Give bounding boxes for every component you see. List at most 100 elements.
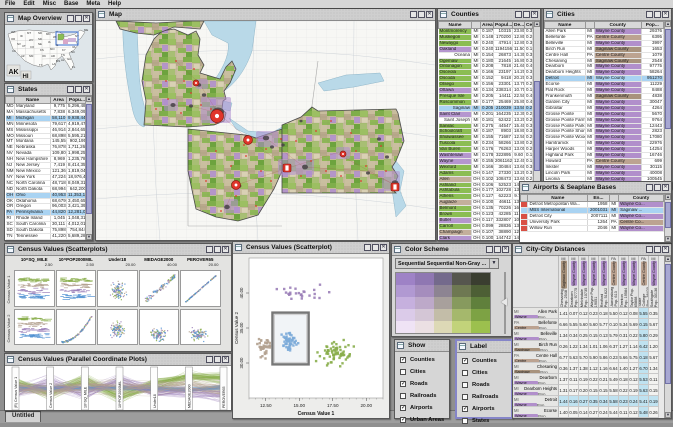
table-row[interactable]: SanilacMI0.2754454715.400.3 — [439, 123, 533, 129]
distance-cell[interactable]: 0.12 — [629, 407, 639, 418]
close-icon[interactable]: ✕ — [222, 356, 229, 363]
distance-cell[interactable]: 1.12 — [589, 363, 599, 374]
color-swatch[interactable] — [471, 321, 490, 333]
scatter-point[interactable] — [288, 294, 290, 296]
scatter-point[interactable] — [313, 289, 315, 291]
distance-cell[interactable]: 0.20 — [579, 385, 589, 396]
distance-cell[interactable]: 5.48 — [639, 407, 649, 418]
distance-cell[interactable]: 0.18 — [639, 352, 649, 363]
window-color-scheme[interactable]: Color Scheme ✕ Sequential Sequential Non… — [391, 243, 512, 337]
color-swatch[interactable] — [396, 273, 415, 285]
scroll-up-icon[interactable]: ▲ — [665, 21, 671, 27]
scatter-point[interactable] — [339, 346, 341, 348]
distance-cell[interactable]: 1.40 — [619, 363, 629, 374]
distance-cell[interactable]: 5.66 — [619, 352, 629, 363]
color-swatch[interactable] — [452, 273, 471, 285]
table-row[interactable]: MuskegonMI0.14817020012.800.2 — [439, 34, 533, 40]
distance-cell[interactable]: 5.58 — [609, 396, 619, 407]
distance-cell[interactable]: 0.19 — [649, 396, 659, 407]
scatter-point[interactable] — [259, 342, 261, 344]
table-row[interactable]: TuscolaMI0.2345826613.800.2 — [439, 141, 533, 147]
table-row[interactable]: RoscommonMI0.1772546925.800.4 — [439, 99, 533, 105]
distance-cell[interactable]: 0.29 — [649, 330, 659, 341]
color-swatch[interactable] — [396, 285, 415, 297]
scatter-point[interactable] — [349, 353, 351, 355]
matrix-column-header[interactable]: PACentre CountyState College Pop. 38420 — [639, 256, 649, 308]
color-scheme-dropdown[interactable]: Sequential Sequential Non-Gray ... ▼ — [395, 258, 499, 269]
table-row[interactable]: NewaygoMI0.2404791412.800.3 — [439, 40, 533, 46]
matrix-column-header[interactable]: MIWayne CountyWayne Pop. 19051 — [589, 256, 599, 308]
scatter-point[interactable] — [265, 352, 267, 354]
column-header[interactable]: Area — [51, 97, 67, 104]
scroll-thumb[interactable] — [665, 202, 671, 228]
color-swatch[interactable] — [434, 309, 453, 321]
detach-icon[interactable] — [646, 246, 653, 253]
parallel-coords-canvas[interactable]: (R) Census Value 1Census Value 210^SQ_MI… — [5, 366, 231, 410]
distance-cell[interactable]: 6.42 — [639, 341, 649, 352]
window-map-overview[interactable]: Map Overview ✕ WAORCANVIDMTWYUTCOAZNMNDS… — [4, 12, 93, 82]
distance-cell[interactable]: 5.63 — [639, 385, 649, 396]
scatter-point[interactable] — [347, 344, 349, 346]
matrix-column-header[interactable]: MIWayne CountyMelvindale Pop. 10735 — [579, 256, 589, 308]
parallel-coords-plot[interactable]: (R) Census Value 1Census Value 210^SQ_MI… — [5, 366, 231, 410]
distance-cell[interactable]: 1.44 — [559, 396, 569, 407]
scatter-point[interactable] — [285, 291, 287, 293]
color-swatch[interactable] — [452, 297, 471, 309]
distance-cell[interactable]: 1.20 — [649, 341, 659, 352]
distance-cell[interactable]: 0.25 — [579, 330, 589, 341]
column-header[interactable]: County — [619, 195, 664, 202]
show-row-urban-areas[interactable]: ✓Urban Areas — [395, 414, 449, 426]
titlebar-color-scheme[interactable]: Color Scheme ✕ — [392, 244, 511, 256]
scatter-point[interactable] — [330, 347, 332, 349]
table-row[interactable]: AdamsOH0.1472733013.200.3 — [439, 170, 533, 176]
distance-cell[interactable]: 1.27 — [629, 363, 639, 374]
distance-cell[interactable]: 5.44 — [609, 407, 619, 418]
distance-cell[interactable]: 0.16 — [569, 396, 579, 407]
distance-cell[interactable]: 5.55 — [639, 308, 649, 319]
scatter-point[interactable] — [256, 343, 258, 345]
matrix-column-header[interactable]: PACentre CountyAaronsburg Pop. 613 — [609, 256, 619, 308]
distance-cell[interactable]: 0.12 — [619, 308, 629, 319]
distance-cell[interactable]: 1.41 — [559, 308, 569, 319]
checkbox-checked[interactable]: ✓ — [400, 405, 406, 411]
scatter-cell[interactable] — [97, 309, 138, 346]
maximize-icon[interactable] — [372, 244, 379, 251]
show-row-roads[interactable]: ✓Roads — [395, 378, 449, 390]
states-table[interactable]: NameAreaPopu...MDMaryland9,7755,296,486M… — [5, 96, 85, 240]
matrix-row-header[interactable]: MIDetroitWayne CountyPop. 951270 — [513, 396, 559, 407]
table-row[interactable]: Van BurenMI0.1767626313.000.2 — [439, 147, 533, 153]
table-row[interactable]: OtsegoMI0.1562330113.700.2 — [439, 82, 533, 88]
distance-cell[interactable]: 1.34 — [579, 341, 589, 352]
distance-cell[interactable]: 5.63 — [569, 352, 579, 363]
distance-cell[interactable]: 5.80 — [639, 330, 649, 341]
checkbox[interactable] — [462, 418, 468, 424]
distance-cell[interactable]: 5.75 — [629, 352, 639, 363]
distance-cell[interactable]: 5.58 — [609, 385, 619, 396]
distance-cell[interactable]: 5.79 — [609, 330, 619, 341]
distance-cell[interactable]: 0.10 — [609, 319, 619, 330]
show-checklist[interactable]: ✓CountiesCities✓RoadsRailroads✓Airports✓… — [395, 352, 449, 418]
column-header[interactable] — [585, 22, 594, 29]
map-canvas[interactable] — [96, 21, 435, 240]
color-swatch[interactable] — [396, 297, 415, 309]
matrix-column-header[interactable]: MIWayne CountySouthgate Pop. 30136 — [649, 256, 659, 308]
scatter-point[interactable] — [331, 350, 333, 352]
window-scatter-matrix[interactable]: Census Values (Scatterplots) ✕ 10^SQ_MIL… — [4, 243, 232, 352]
color-swatch[interactable] — [396, 309, 415, 321]
scatter-point[interactable] — [266, 339, 268, 341]
color-swatch[interactable] — [415, 309, 434, 321]
distance-cell[interactable]: 0.26 — [649, 407, 659, 418]
column-header[interactable]: Pop... — [641, 22, 663, 29]
window-states[interactable]: States ✕ NameAreaPopu...MDMaryland9,7755… — [4, 83, 93, 241]
scatter-point[interactable] — [260, 349, 262, 351]
distance-cell[interactable]: 1.31 — [559, 385, 569, 396]
table-row[interactable]: OscodaMI0.152941820.200.3 — [439, 76, 533, 82]
window-label[interactable]: Label ✓CountiesCitiesRoadsRailroads✓Airp… — [455, 339, 513, 419]
close-icon[interactable]: ✕ — [426, 11, 433, 18]
scatter-cell[interactable] — [14, 309, 55, 346]
window-airports[interactable]: Airports & Seaplane Bases ✕ NameEn...Cou… — [519, 181, 672, 243]
distance-cell[interactable]: 0.35 — [589, 396, 599, 407]
scatter-cell[interactable] — [56, 309, 97, 346]
scatter-point[interactable] — [290, 298, 292, 300]
menu-item-base[interactable]: Base — [64, 0, 78, 8]
